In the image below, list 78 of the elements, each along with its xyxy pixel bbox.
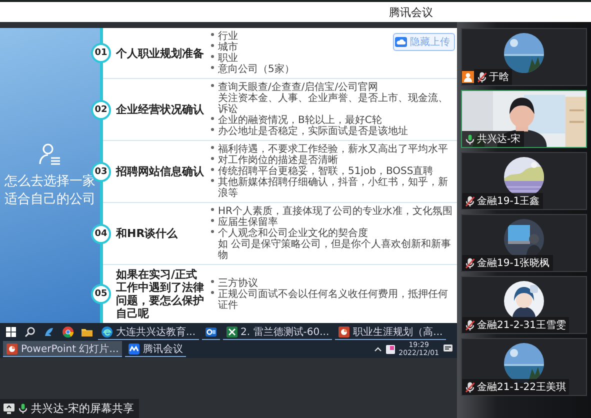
caret-icon[interactable] [374, 346, 382, 352]
bullet-text: 查询天眼查/企查查/启信宝/公司官网 [218, 82, 378, 93]
bullet-text: 传统招聘平台更稳妥，智联，51job，BOSS直聘 [218, 166, 434, 177]
presentation-icon [338, 326, 350, 338]
bullet-icon [211, 128, 214, 131]
taskbar-button[interactable]: PowerPoint 幻灯片... [3, 341, 122, 357]
folder-icon[interactable] [79, 326, 95, 338]
window-title: 腾讯会议 [389, 4, 433, 20]
bullet-icon [211, 290, 214, 294]
bullet-text: 正规公司面试不会以任何名义收任何费用，抵押任何证件 [218, 288, 449, 310]
bullet-icon [211, 230, 214, 233]
bullet-text: 应届生保留率 [218, 217, 278, 228]
step-number: 04 [91, 224, 111, 244]
participant-name: 金融19-1张晓枫 [477, 256, 550, 270]
taskbar-button[interactable]: 腾讯会议 [124, 341, 186, 357]
taskbar-button[interactable]: 2. 雷兰德测试-60... [222, 324, 332, 340]
person-icon [39, 142, 61, 164]
bullet-icon [211, 117, 214, 120]
bullet-icon [211, 208, 214, 211]
participant-name: 金融21-2-31王雪雯 [477, 318, 566, 332]
meeting-app-icon [128, 342, 140, 354]
participant-name: 共兴达-宋 [477, 132, 521, 146]
bullet-text: 办公地址是否稳定，实际面试是否是该地址 [218, 126, 408, 137]
bullet-icon [211, 33, 214, 36]
bullet-text: HR个人素质，直接体现了公司的专业水准，文化氛围 [218, 206, 452, 217]
note-text: 如 公司是保守策略公司，但是你个人喜欢创新和新事物 [218, 239, 452, 261]
bullet-icon [211, 179, 214, 182]
section-title: 和HR谈什么 [116, 227, 179, 240]
share-text: 共兴达-宋的屏幕共享 [31, 401, 134, 416]
bullet-text: 意向公司（5家） [218, 64, 294, 75]
bullet-icon [211, 84, 214, 87]
participant-tile[interactable]: 金融21-1-22王美琪 [461, 338, 587, 396]
bullet-text: 三方协议 [218, 278, 258, 288]
app-icon[interactable] [386, 344, 395, 354]
note-text: 关注资本金、人事、企业声誉、是否上市、现金流、诉讼 [218, 93, 449, 115]
presentation-icon [6, 342, 18, 354]
participant-tile[interactable]: 金融19-1张晓枫 [461, 214, 587, 272]
windows-icon[interactable] [3, 326, 19, 338]
bullet-text: 其他新媒体招聘仔细确认，抖音，小红书，知乎，新浪等 [218, 177, 449, 199]
section-title: 个人职业规划准备 [116, 46, 205, 60]
bullet-icon [211, 55, 214, 58]
cloud-icon [395, 37, 407, 47]
bullet-text: 城市 [218, 42, 238, 53]
participant-name: 金融19-1王鑫 [477, 194, 540, 208]
step-number: 01 [91, 43, 111, 63]
section-title: 如果在实习/正式工作中遇到了法律问题，要怎么保护自己呢 [116, 268, 205, 320]
bullet-icon [211, 219, 214, 222]
section-title: 企业经营状况确认 [116, 103, 205, 116]
bullet-text: 行业 [218, 31, 238, 42]
step-number: 05 [91, 284, 111, 304]
spreadsheet-icon [226, 326, 238, 338]
participant-tile[interactable]: 金融19-1王鑫 [461, 152, 587, 210]
bullet-text: 企业的融资情况，B轮以上，最好C轮 [218, 115, 382, 126]
bullet-icon [211, 66, 214, 69]
participant-tile[interactable]: 共兴达-宋 [461, 90, 587, 148]
bullet-text: 职业 [218, 53, 238, 64]
mic-icon [18, 403, 28, 414]
section-title: 招聘网站信息确认 [116, 165, 205, 178]
bullet-icon [211, 44, 214, 47]
search-icon[interactable] [22, 326, 38, 338]
bullet-text: 个人观念和公司企业文化的契合度 [218, 228, 368, 239]
taskbar-button[interactable]: 大连共兴达教育... [98, 324, 199, 340]
participant-name: 金融21-1-22王美琪 [477, 380, 566, 394]
participant-name: 于晗 [489, 71, 509, 84]
bullet-icon [211, 280, 214, 282]
bullet-text: 对工作岗位的描述是否清晰 [218, 155, 338, 166]
taskbar-button[interactable]: 职业生涯规划（高... [335, 324, 446, 340]
participant-tile[interactable]: 于晗 [461, 28, 587, 86]
bullet-icon [211, 146, 214, 149]
browser-icon [101, 326, 113, 338]
notification-icon[interactable] [443, 344, 454, 354]
bullet-icon [211, 168, 214, 171]
bullet-text: 福利待遇，不要求工作经验，薪水又高出了平均水平 [218, 144, 448, 155]
screen-share-icon [3, 403, 15, 414]
bullet-icon [211, 157, 214, 160]
browser-icon[interactable] [60, 326, 76, 338]
mail-app-icon [204, 326, 217, 338]
participant-tile[interactable]: 金融21-2-31王雪雯 [461, 276, 587, 334]
